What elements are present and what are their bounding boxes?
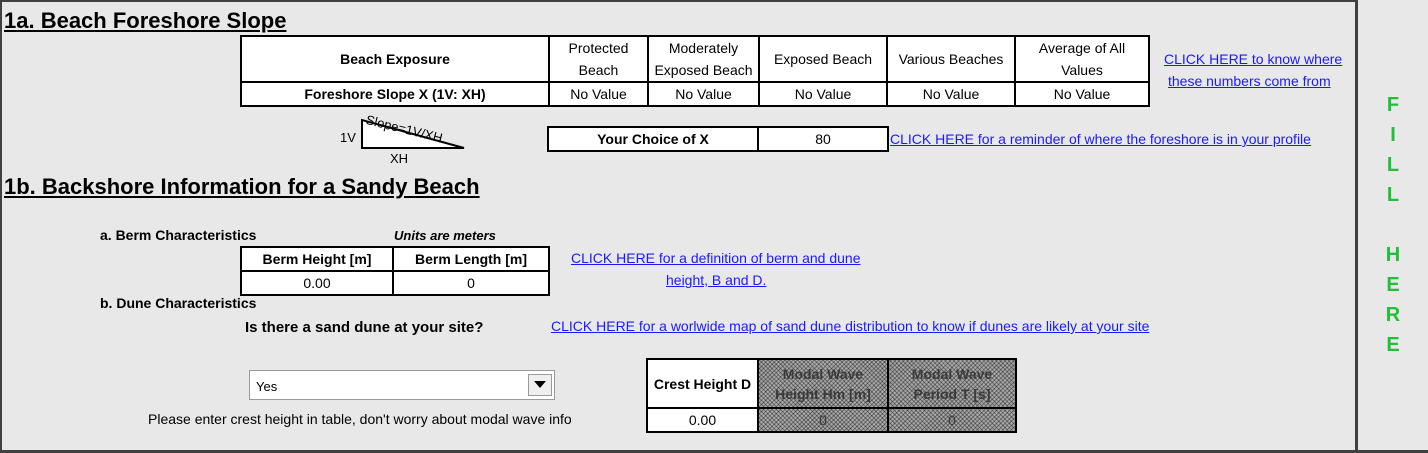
frame-divider: [1355, 0, 1358, 453]
link-dune-map[interactable]: CLICK HERE for a worlwide map of sand du…: [551, 318, 1149, 334]
modal-wave-period-header: Modal Wave Period T [s]: [887, 358, 1017, 409]
dune-dropdown-value: Yes: [256, 379, 278, 394]
dune-label: b. Dune Characteristics: [100, 295, 257, 311]
horizontal-label: XH: [390, 151, 409, 166]
value-exposed[interactable]: No Value: [758, 81, 888, 107]
link-numbers-source-line1[interactable]: CLICK HERE to know where: [1164, 51, 1342, 67]
frame-left: [0, 0, 2, 453]
value-moderately-exposed[interactable]: No Value: [647, 81, 760, 107]
here-letter-e2: E: [1386, 334, 1400, 356]
col-header-exposed: Exposed Beach: [758, 35, 888, 83]
link-foreshore-reminder[interactable]: CLICK HERE for a reminder of where the f…: [890, 131, 1311, 147]
choice-label: Your Choice of X: [547, 126, 759, 152]
choice-x-input[interactable]: 80: [757, 126, 889, 152]
crest-height-header: Crest Height D: [646, 358, 759, 409]
modal-wave-height-header: Modal Wave Height Hm [m]: [757, 358, 889, 409]
section-1a-title: 1a. Beach Foreshore Slope: [4, 8, 287, 33]
berm-table: Berm Height [m] Berm Length [m] 0.00 0: [240, 246, 550, 296]
foreshore-slope-table: Beach Exposure Protected Beach Moderatel…: [240, 35, 1150, 107]
modal-wave-period-header-line1: Modal Wave: [911, 365, 993, 382]
modal-wave-height-value: 0: [757, 407, 889, 433]
modal-wave-period-header-line2: Period T [s]: [913, 385, 991, 402]
here-letter-h: H: [1385, 244, 1401, 266]
modal-wave-height-header-line1: Modal Wave: [782, 365, 864, 382]
modal-wave-height-header-line2: Height Hm [m]: [775, 385, 871, 402]
dune-table: Crest Height D Modal Wave Height Hm [m] …: [646, 358, 1017, 433]
fill-letter-i: I: [1390, 124, 1396, 146]
value-average[interactable]: No Value: [1014, 81, 1150, 107]
col-header-average: Average of All Values: [1014, 35, 1150, 83]
berm-height-input[interactable]: 0.00: [240, 270, 394, 296]
here-letter-e1: E: [1386, 274, 1400, 296]
link-numbers-source-line2[interactable]: these numbers come from: [1168, 73, 1331, 89]
fill-letter-l1: L: [1386, 154, 1400, 176]
section-1b-title: 1b. Backshore Information for a Sandy Be…: [4, 174, 480, 199]
chevron-down-icon: [534, 381, 546, 388]
link-berm-definition-line1[interactable]: CLICK HERE for a definition of berm and …: [571, 250, 861, 266]
berm-height-header: Berm Height [m]: [240, 246, 394, 272]
berm-label: a. Berm Characteristics: [100, 227, 257, 243]
here-letter-r: R: [1385, 304, 1401, 326]
fill-letter-l2: L: [1386, 184, 1400, 206]
vertical-label: 1V: [340, 130, 356, 145]
dune-dropdown[interactable]: Yes: [249, 370, 555, 400]
dropdown-button[interactable]: [528, 374, 552, 396]
choice-table: Your Choice of X 80: [547, 126, 889, 152]
value-various[interactable]: No Value: [886, 81, 1016, 107]
berm-length-header: Berm Length [m]: [392, 246, 550, 272]
berm-length-input[interactable]: 0: [392, 270, 550, 296]
slope-diagram: Slope=1V/XH 1V XH: [330, 104, 470, 166]
col-header-various: Various Beaches: [886, 35, 1016, 83]
fill-here-column: [1358, 0, 1428, 450]
fill-letter-f: F: [1386, 94, 1400, 116]
frame-top: [0, 0, 1428, 2]
dune-question: Is there a sand dune at your site?: [245, 319, 484, 336]
units-note: Units are meters: [394, 228, 496, 243]
crest-height-input[interactable]: 0.00: [646, 407, 759, 433]
link-berm-definition-line2[interactable]: height, B and D.: [666, 272, 766, 288]
crest-height-note: Please enter crest height in table, don'…: [148, 411, 572, 427]
value-protected[interactable]: No Value: [548, 81, 649, 107]
col-header-moderately-exposed: Moderately Exposed Beach: [647, 35, 760, 83]
foreshore-slope-row-label: Foreshore Slope X (1V: XH): [240, 81, 550, 107]
col-header-protected: Protected Beach: [548, 35, 649, 83]
beach-exposure-header: Beach Exposure: [240, 35, 550, 83]
modal-wave-period-value: 0: [887, 407, 1017, 433]
